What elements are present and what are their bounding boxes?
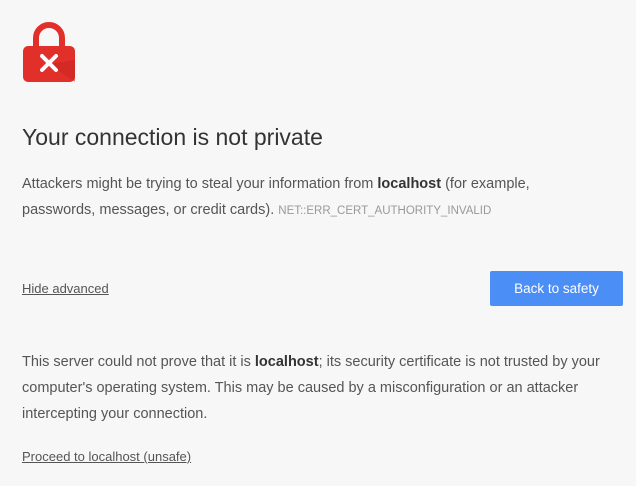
interstitial-page: Your connection is not private Attackers…: [0, 0, 636, 486]
page-title: Your connection is not private: [22, 124, 323, 150]
hide-advanced-link[interactable]: Hide advanced: [22, 281, 109, 296]
intro-text: Attackers might be trying to steal your …: [22, 171, 602, 224]
details-text: This server could not prove that it is l…: [22, 349, 602, 427]
details-text-before: This server could not prove that it is: [22, 354, 255, 370]
details-host: localhost: [254, 354, 319, 370]
error-code: NET::ERR_CERT_AUTHORITY_INVALID: [278, 205, 492, 217]
proceed-unsafe-link[interactable]: Proceed to localhost (unsafe): [22, 449, 191, 464]
intro-text-before: Attackers might be trying to steal your …: [22, 176, 378, 192]
lock-error-icon: [22, 20, 76, 84]
back-to-safety-button[interactable]: Back to safety: [490, 271, 623, 306]
intro-host: localhost: [377, 176, 442, 192]
